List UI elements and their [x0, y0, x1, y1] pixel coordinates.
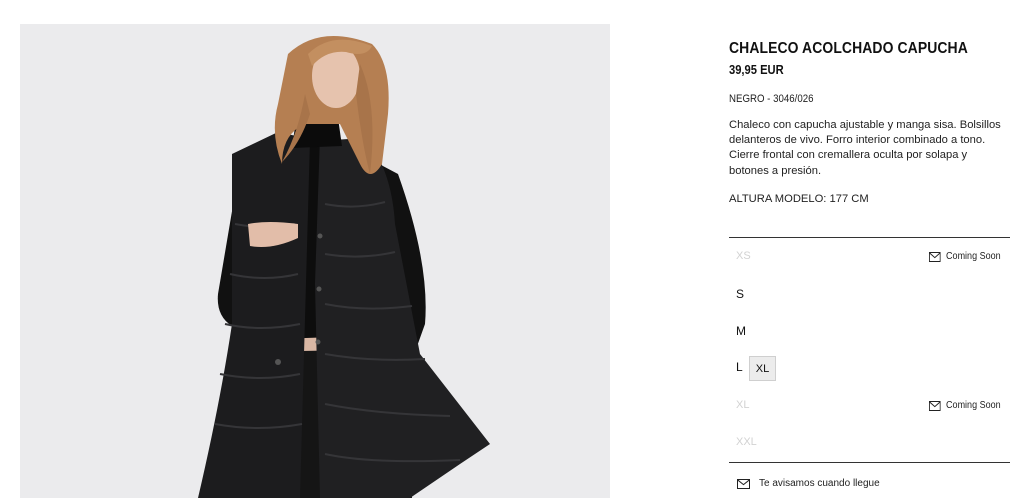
model-wearing-vest-image: [20, 24, 610, 498]
product-title: CHALECO ACOLCHADO CAPUCHA: [729, 40, 968, 57]
product-price: 39,95 EUR: [729, 62, 784, 77]
size-option-xxl[interactable]: XXL: [729, 432, 1010, 456]
divider-top: [729, 237, 1010, 238]
size-label: XL: [736, 399, 750, 411]
color-reference: NEGRO - 3046/026: [729, 93, 814, 105]
notify-text: Te avisamos cuando llegue: [759, 478, 880, 489]
envelope-icon: [737, 478, 750, 489]
size-option-s[interactable]: S: [729, 283, 1010, 307]
size-label: XXL: [736, 436, 757, 448]
envelope-icon: [929, 400, 942, 411]
product-description: Chaleco con capucha ajustable y manga si…: [729, 119, 1001, 177]
size-option-xs[interactable]: XS Coming Soon: [729, 246, 1010, 270]
size-label: L: [736, 360, 743, 374]
size-label: S: [736, 287, 745, 301]
size-option-m[interactable]: M: [729, 320, 1010, 344]
size-option-xl[interactable]: XL Coming Soon: [729, 395, 1010, 419]
coming-soon-link[interactable]: Coming Soon: [929, 400, 1001, 411]
envelope-icon: [929, 251, 942, 262]
coming-soon-text: Coming Soon: [946, 400, 1001, 411]
coming-soon-link[interactable]: Coming Soon: [929, 251, 1001, 262]
notify-when-available-link[interactable]: Te avisamos cuando llegue: [737, 478, 880, 489]
size-label: M: [736, 324, 746, 338]
size-chip-xl[interactable]: XL: [749, 356, 776, 381]
divider-bottom: [729, 462, 1010, 463]
coming-soon-text: Coming Soon: [946, 251, 1001, 262]
product-details: CHALECO ACOLCHADO CAPUCHA 39,95 EUR NEGR…: [729, 0, 1010, 498]
size-label: XS: [736, 250, 751, 262]
model-height: ALTURA MODELO: 177 CM: [729, 193, 869, 205]
size-option-l[interactable]: L XL: [729, 356, 1010, 381]
product-photo[interactable]: [20, 24, 610, 498]
